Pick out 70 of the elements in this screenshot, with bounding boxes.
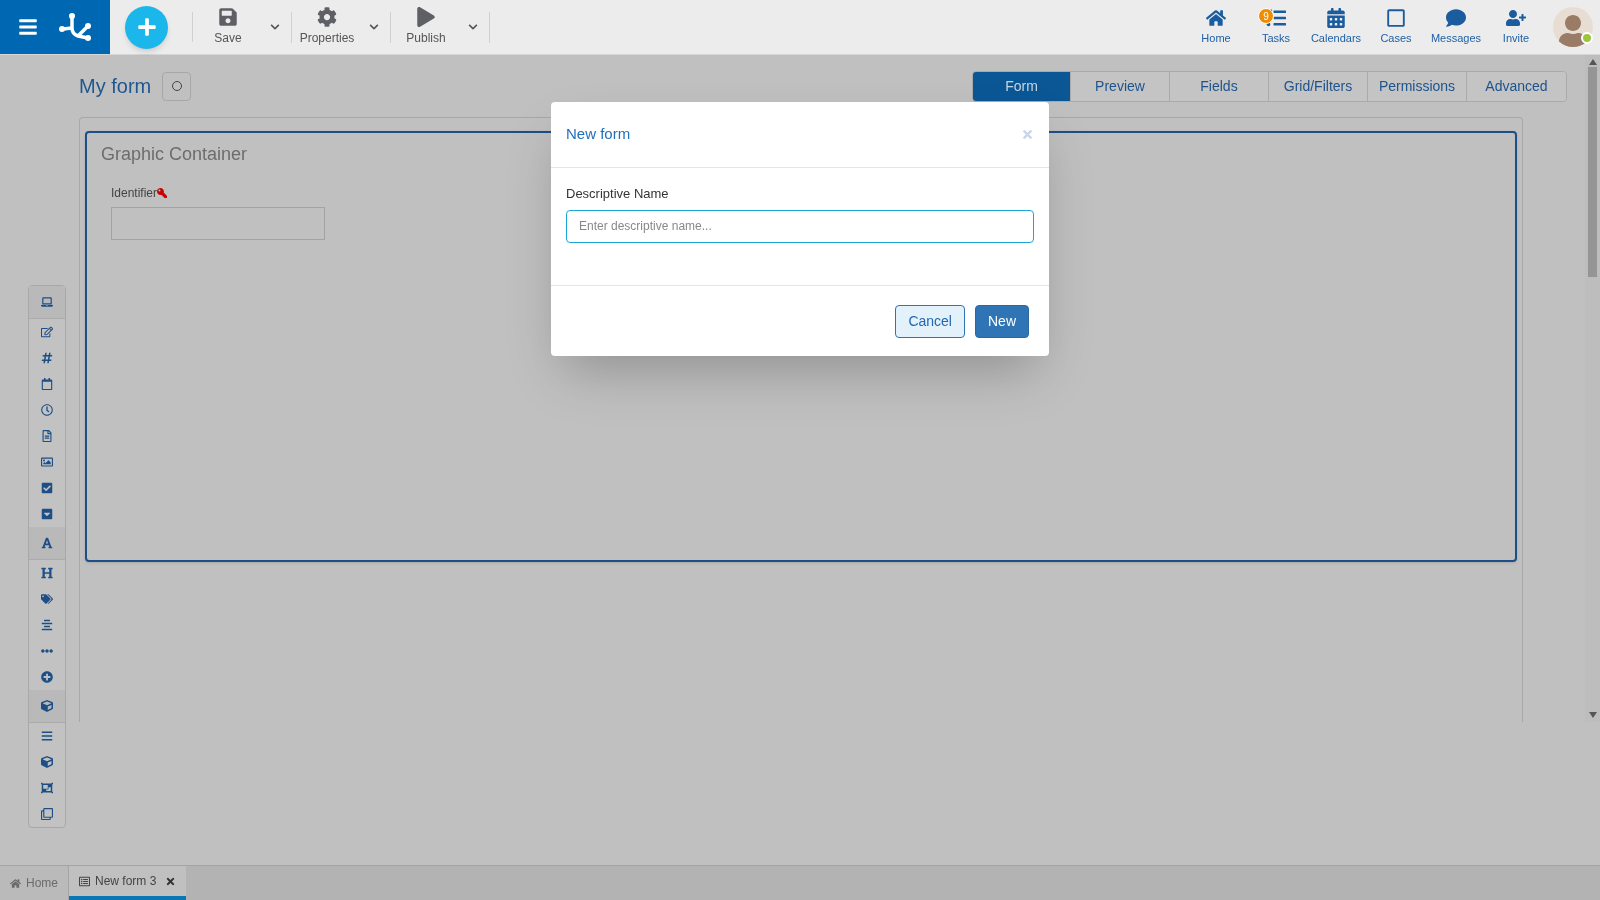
nav-button[interactable]: Messages bbox=[1426, 0, 1486, 54]
nav-button[interactable]: Tasks 9 bbox=[1246, 0, 1306, 54]
tab[interactable]: Preview bbox=[1071, 71, 1170, 101]
toolbox-button[interactable] bbox=[29, 690, 65, 723]
close-icon[interactable] bbox=[165, 875, 177, 887]
cube-icon bbox=[41, 700, 53, 712]
key-icon bbox=[157, 188, 168, 198]
tab[interactable]: Permissions bbox=[1368, 71, 1467, 101]
home-icon bbox=[10, 877, 21, 889]
tab[interactable]: Advanced bbox=[1467, 71, 1566, 101]
logo-icon bbox=[58, 12, 92, 42]
font-icon bbox=[41, 537, 53, 549]
close-icon bbox=[1021, 128, 1034, 141]
avatar[interactable] bbox=[1553, 7, 1593, 47]
tab[interactable]: Fields bbox=[1170, 71, 1269, 101]
input-field[interactable] bbox=[111, 207, 325, 240]
scroll-up-icon[interactable] bbox=[1588, 59, 1597, 65]
dialog-title: New form bbox=[566, 124, 631, 145]
laptop-icon bbox=[41, 296, 53, 308]
name-input-field[interactable]: Enter descriptive name... bbox=[566, 209, 1034, 243]
tags-icon bbox=[41, 593, 53, 605]
field-label: Identifier bbox=[111, 185, 158, 202]
lines-icon bbox=[41, 730, 53, 742]
clone-icon bbox=[41, 808, 53, 820]
tab[interactable]: Grid/Filters bbox=[1269, 71, 1368, 101]
gear-icon bbox=[317, 7, 337, 27]
toolbar-button[interactable]: Publish bbox=[391, 0, 461, 54]
add-user-icon bbox=[1506, 7, 1526, 28]
toolbox-button[interactable] bbox=[29, 286, 65, 319]
play-icon bbox=[416, 7, 436, 27]
status-button[interactable] bbox=[162, 71, 192, 101]
chevron-down-icon bbox=[468, 22, 478, 32]
toolbar-button[interactable]: Save bbox=[193, 0, 263, 54]
count-badge: 9 bbox=[1258, 8, 1274, 24]
align-center-icon bbox=[41, 619, 53, 631]
nav-button[interactable]: Home bbox=[1186, 0, 1246, 54]
hashtag-icon bbox=[41, 352, 53, 364]
file-icon bbox=[41, 430, 53, 442]
chevron-down-icon bbox=[369, 22, 379, 32]
calendar-icon bbox=[41, 378, 53, 390]
container-title: Graphic Container bbox=[101, 143, 249, 166]
menu-button[interactable] bbox=[18, 17, 38, 37]
nav-button[interactable]: Invite bbox=[1486, 0, 1546, 54]
plus-icon bbox=[136, 17, 157, 37]
checkbox-icon bbox=[41, 482, 53, 494]
new-button[interactable]: New bbox=[975, 304, 1029, 338]
scroll-down-icon[interactable] bbox=[1588, 712, 1597, 718]
cube-icon bbox=[41, 756, 53, 768]
toolbar-button[interactable]: Properties bbox=[292, 0, 362, 54]
dropdown-icon bbox=[41, 508, 53, 520]
toolbox-button[interactable] bbox=[29, 527, 65, 560]
edit-icon bbox=[41, 326, 53, 338]
nav-button[interactable]: Cases bbox=[1366, 0, 1426, 54]
heading-icon bbox=[41, 567, 53, 579]
page-title: My form bbox=[79, 74, 152, 99]
home-icon bbox=[1206, 7, 1226, 28]
scrollbar-thumb[interactable] bbox=[1588, 67, 1597, 277]
save-icon bbox=[218, 7, 238, 27]
chevron-down-icon bbox=[270, 22, 280, 32]
list-icon bbox=[79, 875, 90, 887]
clock-icon bbox=[41, 404, 53, 416]
cancel-button[interactable]: Cancel bbox=[895, 304, 965, 338]
field-label: Descriptive Name bbox=[566, 185, 670, 203]
calendar-icon bbox=[1326, 7, 1346, 28]
image-icon bbox=[41, 456, 53, 468]
nav-button[interactable]: Calendars bbox=[1306, 0, 1366, 54]
object-group-icon bbox=[41, 782, 53, 794]
bottom-tab[interactable]: New form 3 bbox=[69, 866, 187, 900]
tab[interactable]: Form bbox=[973, 71, 1071, 101]
speech-bubble-icon bbox=[1446, 7, 1466, 28]
